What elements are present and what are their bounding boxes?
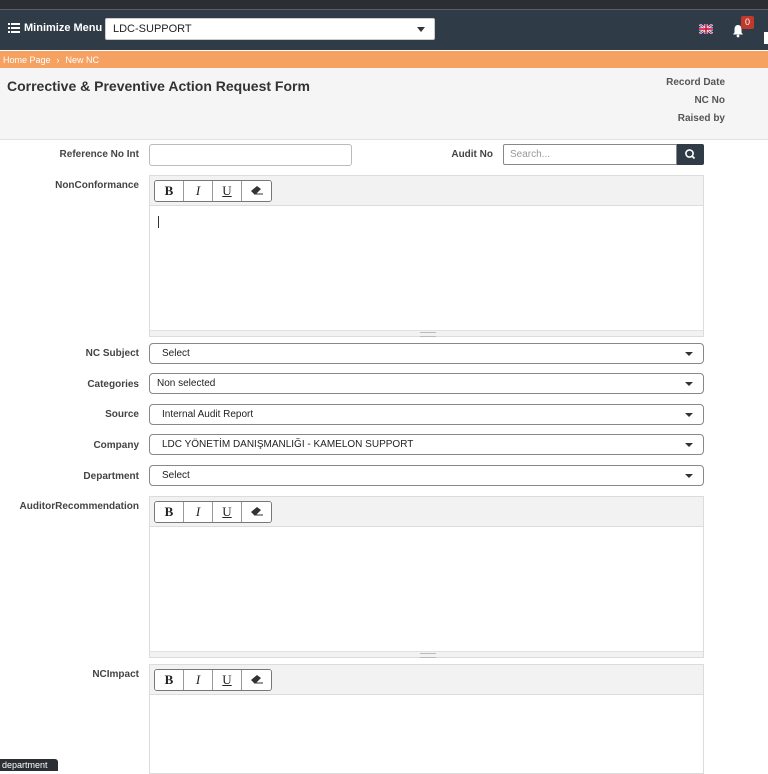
tooltip: department — [0, 759, 58, 771]
list-icon — [8, 23, 20, 33]
uk-flag-icon[interactable] — [699, 24, 713, 34]
department-value: Select — [162, 470, 190, 481]
resize-grip[interactable] — [150, 651, 703, 658]
ncimpact-label: NCImpact — [92, 669, 139, 680]
editor-toolbar: B I U — [150, 665, 703, 695]
bold-button[interactable]: B — [155, 670, 184, 690]
company-value: LDC YÖNETİM DANIŞMANLIĞI - KAMELON SUPPO… — [162, 439, 414, 450]
underline-button[interactable]: U — [213, 181, 242, 201]
window-edge-icon — [764, 32, 768, 44]
nc-subject-label: NC Subject — [85, 348, 139, 359]
format-button-group: B I U — [154, 180, 272, 202]
minimize-menu-label: Minimize Menu — [24, 22, 103, 34]
ncimpact-editor: B I U — [149, 664, 704, 774]
italic-button[interactable]: I — [184, 670, 213, 690]
eraser-icon — [250, 186, 263, 195]
site-select-value: LDC-SUPPORT — [113, 23, 192, 35]
search-icon — [685, 149, 696, 160]
nonconformance-text-area[interactable] — [150, 206, 703, 330]
record-date-label: Record Date — [666, 77, 725, 88]
auditor-recommendation-text-area[interactable] — [150, 527, 703, 651]
underline-button[interactable]: U — [213, 670, 242, 690]
form-header: Corrective & Preventive Action Request F… — [0, 68, 768, 140]
breadcrumb: Home Page › New NC — [0, 51, 768, 68]
text-cursor — [158, 216, 159, 228]
resize-grip[interactable] — [150, 330, 703, 337]
auditor-recommendation-editor: B I U — [149, 496, 704, 658]
audit-no-label: Audit No — [451, 149, 493, 160]
editor-toolbar: B I U — [150, 497, 703, 527]
site-select[interactable]: LDC-SUPPORT — [105, 18, 435, 40]
chevron-down-icon — [685, 443, 693, 447]
categories-label: Categories — [87, 379, 139, 390]
nonconformance-editor: B I U — [149, 175, 704, 337]
minimize-menu-button[interactable]: Minimize Menu — [8, 22, 102, 34]
underline-button[interactable]: U — [213, 502, 242, 522]
chevron-down-icon — [417, 27, 425, 32]
nonconformance-label: NonConformance — [55, 180, 139, 191]
raised-by-label: Raised by — [677, 113, 725, 124]
reference-no-input[interactable] — [149, 144, 352, 166]
notification-badge: 0 — [741, 16, 754, 29]
editor-toolbar: B I U — [150, 176, 703, 206]
eraser-button[interactable] — [242, 502, 271, 522]
breadcrumb-separator-icon: › — [56, 55, 60, 65]
ncimpact-text-area[interactable] — [150, 695, 703, 773]
format-button-group: B I U — [154, 669, 272, 691]
eraser-icon — [250, 675, 263, 684]
breadcrumb-current[interactable]: New NC — [66, 55, 100, 65]
source-select[interactable]: Internal Audit Report — [149, 404, 704, 425]
nc-subject-value: Select — [162, 348, 190, 359]
page-title: Corrective & Preventive Action Request F… — [7, 78, 310, 94]
chevron-down-icon — [685, 413, 693, 417]
eraser-button[interactable] — [242, 670, 271, 690]
italic-button[interactable]: I — [184, 502, 213, 522]
chevron-down-icon — [685, 382, 693, 386]
chevron-down-icon — [685, 352, 693, 356]
department-label: Department — [83, 471, 139, 482]
breadcrumb-home-link[interactable]: Home Page — [3, 55, 51, 65]
window-top-strip — [0, 0, 768, 10]
company-label: Company — [93, 440, 139, 451]
department-select[interactable]: Select — [149, 465, 704, 486]
bold-button[interactable]: B — [155, 502, 184, 522]
eraser-icon — [250, 507, 263, 516]
eraser-button[interactable] — [242, 181, 271, 201]
italic-button[interactable]: I — [184, 181, 213, 201]
audit-no-search-input[interactable]: Search... — [503, 144, 677, 165]
company-select[interactable]: LDC YÖNETİM DANIŞMANLIĞI - KAMELON SUPPO… — [149, 434, 704, 455]
nc-subject-select[interactable]: Select — [149, 343, 704, 364]
categories-value: Non selected — [157, 378, 216, 389]
categories-select[interactable]: Non selected — [149, 373, 704, 394]
source-label: Source — [105, 409, 139, 420]
format-button-group: B I U — [154, 501, 272, 523]
bold-button[interactable]: B — [155, 181, 184, 201]
source-value: Internal Audit Report — [162, 409, 254, 420]
auditor-recommendation-label: AuditorRecommendation — [19, 501, 139, 512]
audit-search-button[interactable] — [677, 144, 704, 165]
record-meta: Record Date NC No Raised by — [666, 74, 725, 128]
nc-no-label: NC No — [694, 95, 725, 106]
top-navbar: Minimize Menu LDC-SUPPORT 0 — [0, 10, 768, 50]
reference-no-label: Reference No Int — [59, 149, 139, 160]
chevron-down-icon — [685, 474, 693, 478]
